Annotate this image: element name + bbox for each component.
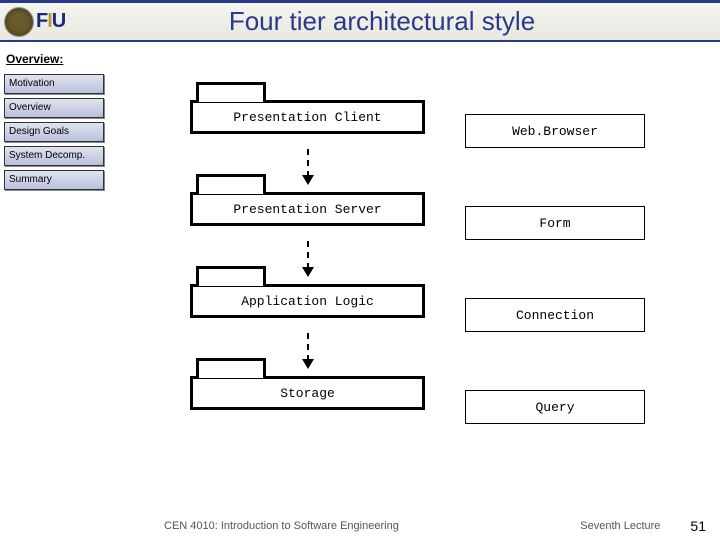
package-application-logic: Application Logic (190, 284, 425, 332)
footer: CEN 4010: Introduction to Software Engin… (0, 518, 720, 534)
slide-title: Four tier architectural style (104, 6, 720, 37)
footer-course: CEN 4010: Introduction to Software Engin… (164, 520, 399, 532)
package-tab-icon (196, 82, 266, 102)
sidebar-item-motivation[interactable]: Motivation (4, 74, 104, 94)
sidebar-item-design-goals[interactable]: Design Goals (4, 122, 104, 142)
package-presentation-server: Presentation Server (190, 192, 425, 240)
side-box-form: Form (465, 206, 645, 240)
package-tab-icon (196, 358, 266, 378)
header-bar: FIU Four tier architectural style (0, 0, 720, 42)
logo-text: FIU (36, 10, 65, 33)
tier-row: Presentation Client Web.Browser (190, 100, 690, 148)
package-label: Application Logic (190, 284, 425, 318)
package-storage: Storage (190, 376, 425, 424)
sidebar: Motivation Overview Design Goals System … (4, 74, 108, 194)
package-label: Presentation Server (190, 192, 425, 226)
section-label: Overview: (6, 52, 63, 66)
logo: FIU (4, 4, 104, 40)
sidebar-item-system-decomp[interactable]: System Decomp. (4, 146, 104, 166)
package-tab-icon (196, 174, 266, 194)
side-box-connection: Connection (465, 298, 645, 332)
footer-lecture: Seventh Lecture (580, 520, 660, 532)
package-tab-icon (196, 266, 266, 286)
tier-row: Presentation Server Form (190, 192, 690, 240)
sidebar-item-overview[interactable]: Overview (4, 98, 104, 118)
diagram: Presentation Client Web.Browser Presenta… (190, 100, 690, 424)
package-label: Storage (190, 376, 425, 410)
sidebar-item-summary[interactable]: Summary (4, 170, 104, 190)
side-box-query: Query (465, 390, 645, 424)
tier-row: Storage Query (190, 376, 690, 424)
logo-seal-icon (4, 7, 34, 37)
footer-page-number: 51 (690, 518, 706, 534)
side-box-web-browser: Web.Browser (465, 114, 645, 148)
package-presentation-client: Presentation Client (190, 100, 425, 148)
package-label: Presentation Client (190, 100, 425, 134)
tier-row: Application Logic Connection (190, 284, 690, 332)
